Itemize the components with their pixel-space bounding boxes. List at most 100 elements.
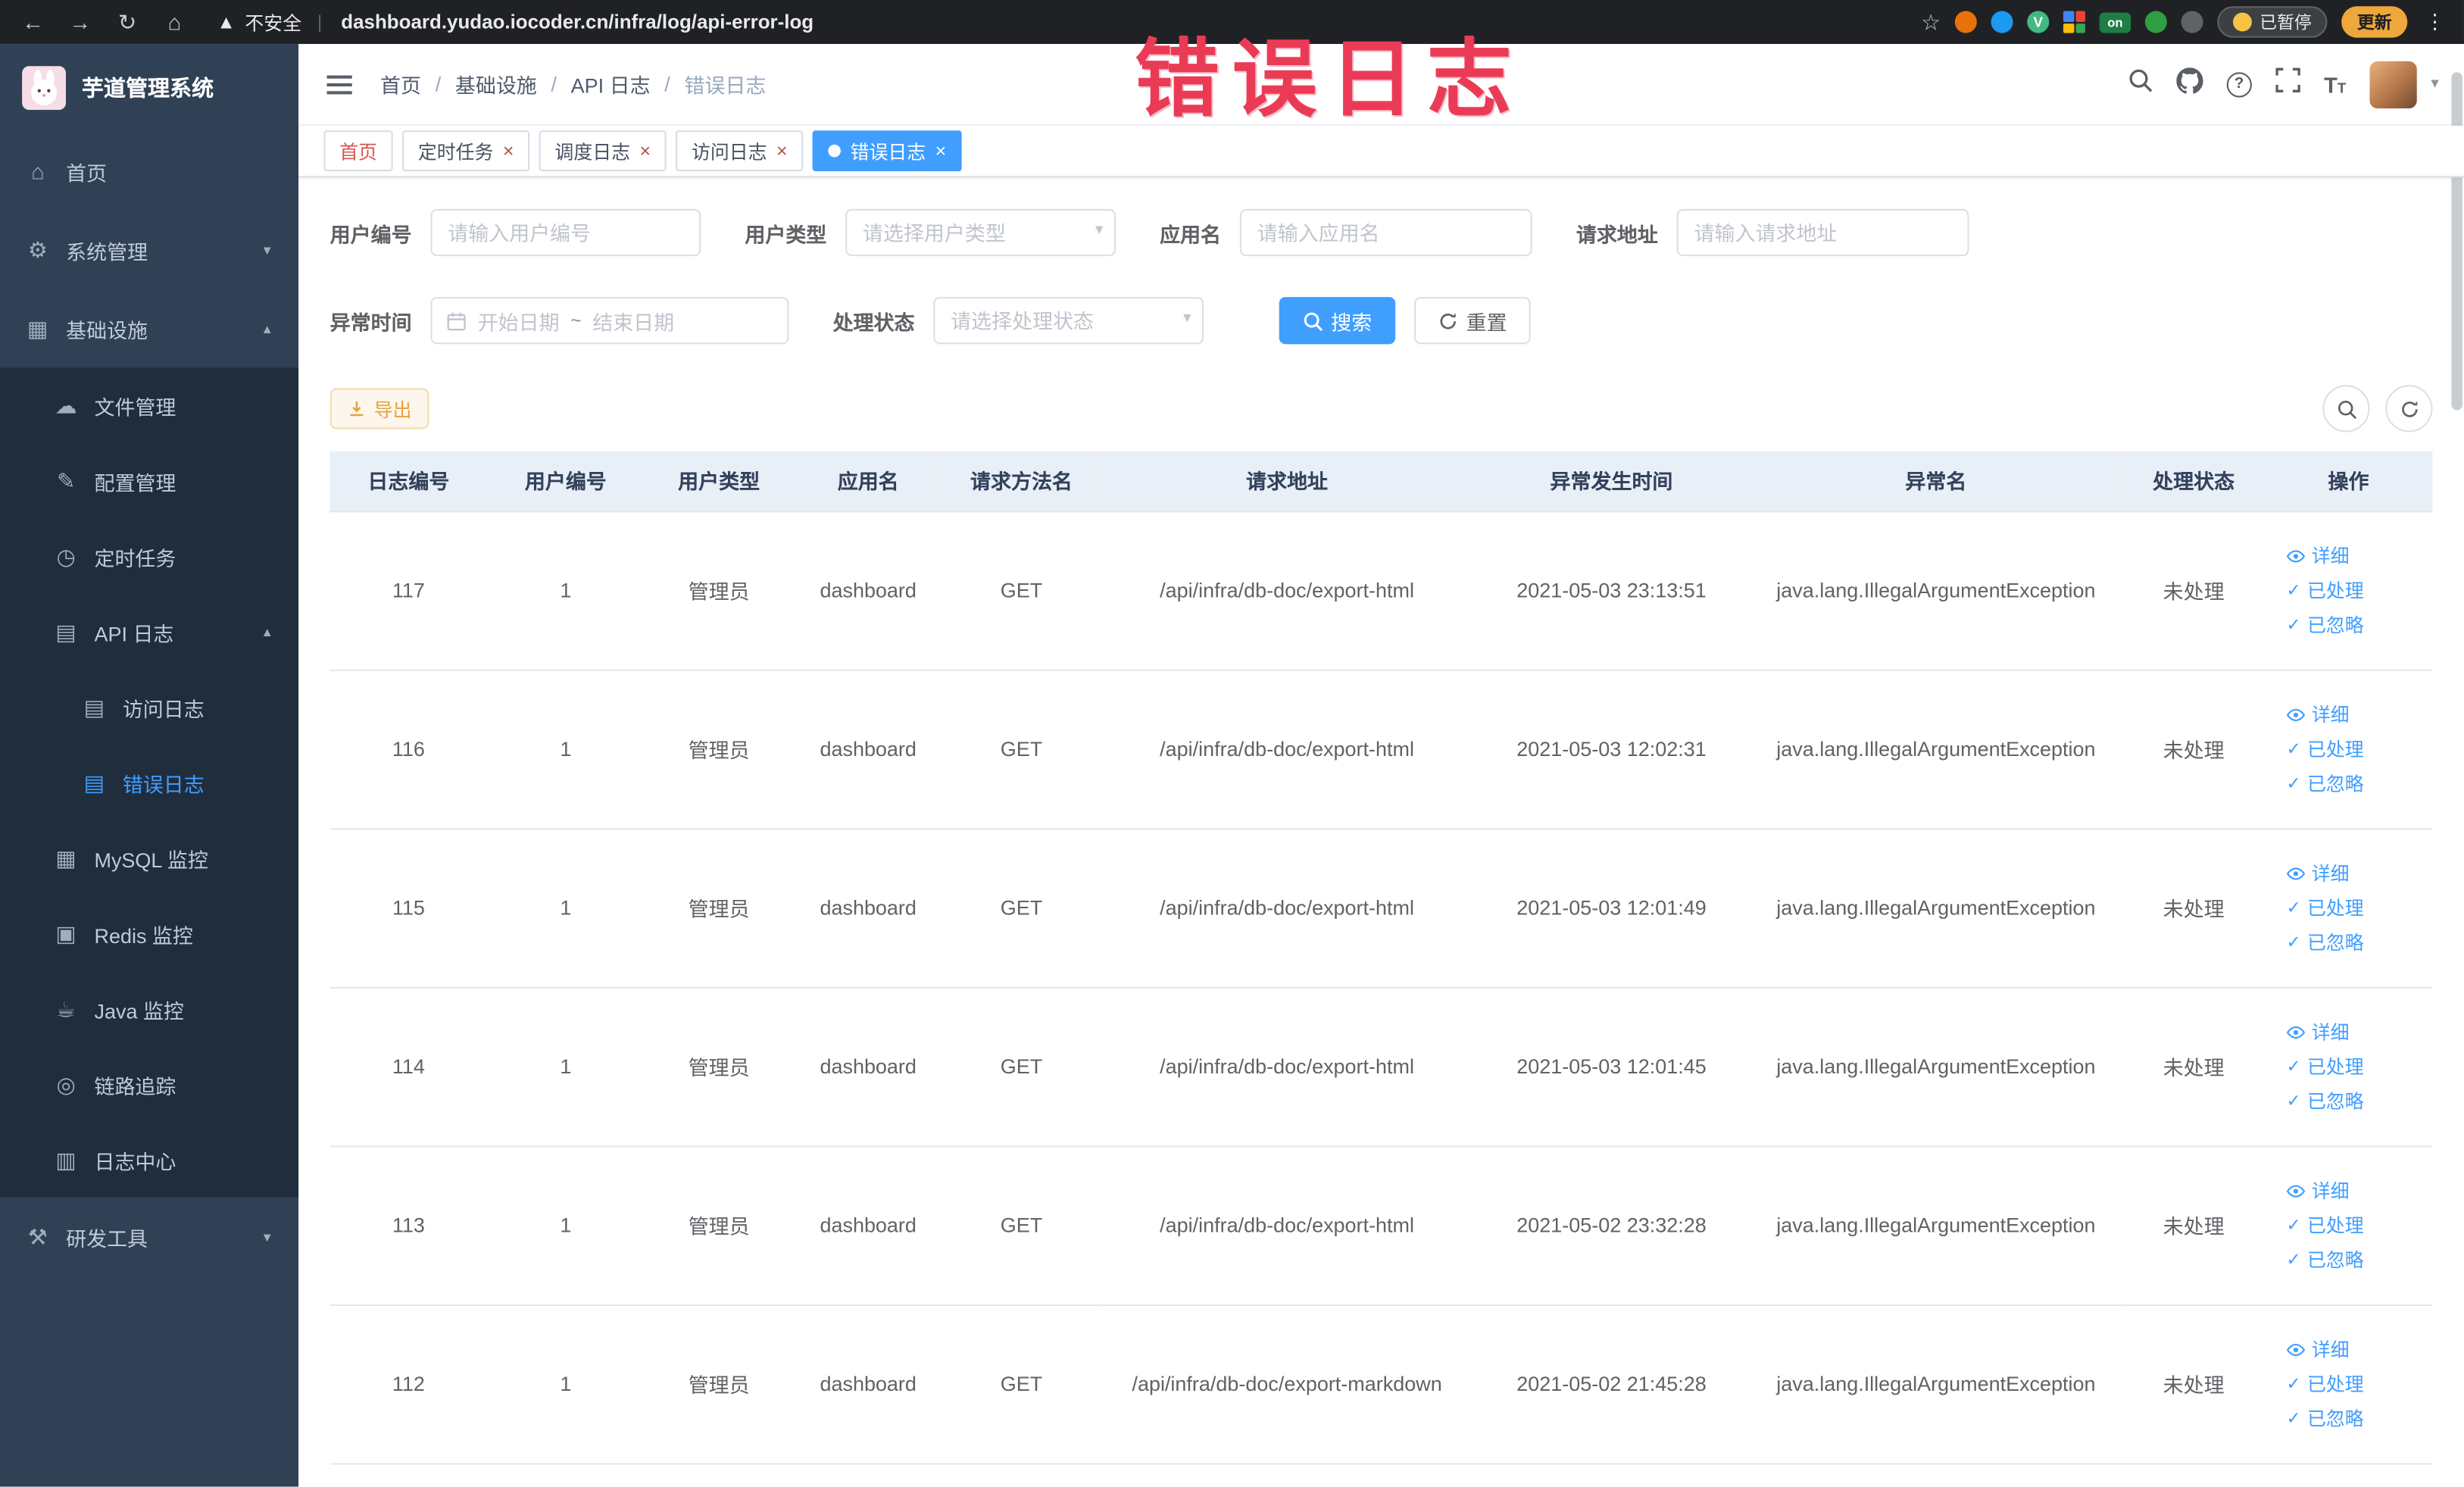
status-cell: 未处理 xyxy=(2122,1145,2265,1305)
user-id-cell: 1 xyxy=(487,1304,645,1464)
sidebar-item-link-tracing[interactable]: ◎ 链路追踪 xyxy=(0,1047,298,1123)
avatar[interactable] xyxy=(2369,60,2417,108)
chevron-down-icon[interactable]: ▾ xyxy=(2431,76,2438,93)
user-type-select[interactable]: ▾ xyxy=(845,208,1116,257)
font-size-icon[interactable]: TT xyxy=(2324,71,2346,96)
extension-icon-leaf[interactable] xyxy=(2144,11,2167,33)
sidebar-item-infrastructure[interactable]: ▦ 基础设施 ▲ xyxy=(0,289,298,368)
mark-processed-link[interactable]: ✓ 已处理 xyxy=(2287,1212,2364,1239)
back-icon[interactable]: ← xyxy=(16,9,51,34)
exception-time-range-picker[interactable]: 开始日期 ~ 结束日期 xyxy=(430,297,789,345)
sidebar-item-mysql-monitor[interactable]: ▦ MySQL 监控 xyxy=(0,820,298,896)
fullscreen-icon[interactable] xyxy=(2275,67,2300,101)
sidebar-item-config-management[interactable]: ✎ 配置管理 xyxy=(0,443,298,519)
close-icon[interactable]: × xyxy=(503,142,514,161)
sidebar-item-home[interactable]: ⌂ 首页 xyxy=(0,132,298,211)
detail-link[interactable]: 详细 xyxy=(2286,1335,2350,1362)
toggle-search-button[interactable] xyxy=(2322,385,2370,433)
user-id-cell: 1 xyxy=(487,828,645,988)
log-id-cell: 114 xyxy=(329,986,488,1147)
github-icon[interactable] xyxy=(2176,67,2203,102)
breadcrumb-home[interactable]: 首页 xyxy=(380,69,421,98)
detail-link[interactable]: 详细 xyxy=(2286,542,2350,569)
mark-ignored-link[interactable]: ✓ 已忽略 xyxy=(2287,1246,2364,1273)
mark-processed-link[interactable]: ✓ 已处理 xyxy=(2287,576,2364,603)
paused-chip[interactable]: 已暂停 xyxy=(2217,6,2328,38)
exception-time-label: 异常时间 xyxy=(329,310,412,334)
sidebar-item-dev-tools[interactable]: ⚒ 研发工具 ▼ xyxy=(0,1198,298,1276)
process-status-select[interactable]: ▾ xyxy=(933,297,1204,345)
sidebar-item-log-center[interactable]: ▥ 日志中心 xyxy=(0,1122,298,1198)
browser-menu-icon[interactable]: ⋮ xyxy=(2422,9,2448,34)
close-icon[interactable]: × xyxy=(639,142,651,161)
home-icon[interactable]: ⌂ xyxy=(157,9,192,34)
mark-ignored-link[interactable]: ✓ 已忽略 xyxy=(2287,929,2364,955)
tab-scheduled-tasks[interactable]: 定时任务 × xyxy=(402,130,530,172)
app-name-input[interactable] xyxy=(1239,208,1532,257)
mark-ignored-link[interactable]: ✓ 已忽略 xyxy=(2287,1405,2364,1432)
forward-icon[interactable]: → xyxy=(63,9,98,34)
extension-icon-vue[interactable]: V xyxy=(2027,11,2050,33)
user-id-input[interactable] xyxy=(430,208,701,257)
address-bar[interactable]: dashboard.yudao.iocoder.cn/infra/log/api… xyxy=(341,11,814,33)
table-row: 113 1 管理员 dashboard GET /api/infra/db-do… xyxy=(329,1145,2433,1305)
mark-processed-link[interactable]: ✓ 已处理 xyxy=(2287,1053,2364,1079)
sidebar-item-scheduled-tasks[interactable]: ◷ 定时任务 xyxy=(0,519,298,595)
log-id-cell: 113 xyxy=(329,1145,488,1305)
extension-icon-1[interactable] xyxy=(1954,11,1977,33)
detail-link[interactable]: 详细 xyxy=(2286,1018,2350,1045)
search-button[interactable]: 搜索 xyxy=(1279,297,1396,345)
close-icon[interactable]: × xyxy=(935,142,947,161)
tab-error-log[interactable]: 错误日志 × xyxy=(812,130,962,172)
mark-ignored-link[interactable]: ✓ 已忽略 xyxy=(2287,611,2364,638)
tab-schedule-log[interactable]: 调度日志 × xyxy=(539,130,667,172)
bookmark-star-icon[interactable]: ☆ xyxy=(1921,8,1941,35)
mark-processed-link[interactable]: ✓ 已处理 xyxy=(2287,894,2364,920)
breadcrumb-error-log: 错误日志 xyxy=(684,73,767,98)
mark-processed-link[interactable]: ✓ 已处理 xyxy=(2287,736,2364,762)
mark-processed-link[interactable]: ✓ 已处理 xyxy=(2287,1370,2364,1397)
extension-icon-grid[interactable] xyxy=(2063,11,2085,33)
status-cell: 未处理 xyxy=(2122,986,2265,1147)
help-icon[interactable]: ? xyxy=(2226,71,2252,97)
scrollbar-thumb[interactable] xyxy=(2451,72,2462,411)
error-log-table: 日志编号 用户编号 用户类型 应用名 请求方法名 请求地址 异常发生时间 异常名… xyxy=(329,451,2433,1464)
sidebar-item-file-management[interactable]: ☁ 文件管理 xyxy=(0,367,298,443)
mark-ignored-link[interactable]: ✓ 已忽略 xyxy=(2287,1088,2364,1114)
sidebar-item-error-log[interactable]: ▤ 错误日志 xyxy=(0,745,298,820)
reset-button[interactable]: 重置 xyxy=(1414,297,1531,345)
sidebar-item-system-management[interactable]: ⚙ 系统管理 ▼ xyxy=(0,211,298,289)
method-cell: GET xyxy=(942,1145,1101,1305)
breadcrumb-infrastructure[interactable]: 基础设施 xyxy=(455,69,537,98)
page-viewport: ← → ↻ ⌂ ▲ 不安全 | dashboard.yudao.iocoder.… xyxy=(0,0,2464,1487)
detail-link[interactable]: 详细 xyxy=(2286,860,2350,886)
export-button[interactable]: 导出 xyxy=(329,388,429,430)
close-icon[interactable]: × xyxy=(776,142,788,161)
app-logo[interactable]: 芋道管理系统 xyxy=(0,44,298,132)
detail-link[interactable]: 详细 xyxy=(2286,701,2350,727)
search-icon[interactable] xyxy=(2128,67,2153,101)
reload-icon[interactable]: ↻ xyxy=(110,8,145,35)
mark-ignored-link[interactable]: ✓ 已忽略 xyxy=(2287,770,2364,797)
sidebar-item-redis-monitor[interactable]: ▣ Redis 监控 xyxy=(0,896,298,972)
log-id-cell: 116 xyxy=(329,669,488,829)
extension-icon-on[interactable]: on xyxy=(2099,11,2131,33)
sidebar-item-access-log[interactable]: ▤ 访问日志 xyxy=(0,670,298,745)
detail-link[interactable]: 详细 xyxy=(2286,1177,2350,1204)
browser-chrome: ← → ↻ ⌂ ▲ 不安全 | dashboard.yudao.iocoder.… xyxy=(0,0,2464,45)
hamburger-icon[interactable] xyxy=(323,68,354,99)
tab-home[interactable]: 首页 xyxy=(323,130,393,172)
refresh-table-button[interactable] xyxy=(2385,385,2433,433)
col-actions: 操作 xyxy=(2264,451,2433,512)
update-button[interactable]: 更新 xyxy=(2341,6,2408,38)
extensions-puzzle-icon[interactable] xyxy=(2181,11,2203,33)
sidebar-item-api-logs[interactable]: ▤ API 日志 ▲ xyxy=(0,594,298,670)
breadcrumb-api-logs[interactable]: API 日志 xyxy=(571,69,651,98)
extension-icon-2[interactable] xyxy=(1991,11,2013,33)
request-url-input[interactable] xyxy=(1676,208,1969,257)
tab-access-log[interactable]: 访问日志 × xyxy=(676,130,804,172)
sidebar-item-java-monitor[interactable]: ☕ Java 监控 xyxy=(0,971,298,1047)
check-icon: ✓ xyxy=(2286,1092,2301,1111)
site-security-chip[interactable]: ▲ 不安全 | xyxy=(217,8,328,35)
scrollbar-track xyxy=(2451,50,2462,1477)
